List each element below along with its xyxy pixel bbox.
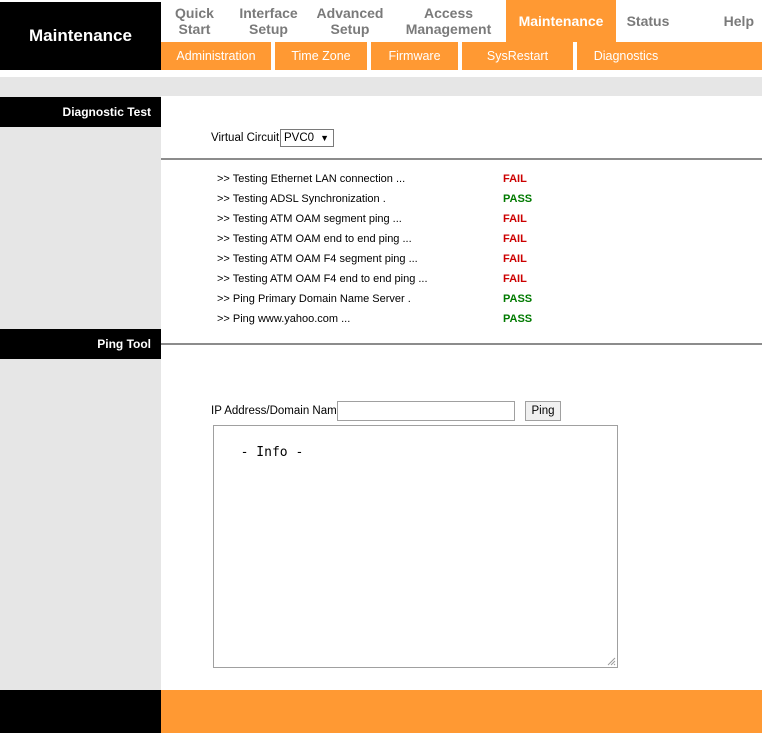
virtual-circuit-label: Virtual Circuit:: [211, 132, 283, 144]
test-status: PASS: [503, 293, 533, 305]
test-name: >> Testing ATM OAM F4 segment ping ...: [217, 253, 418, 265]
chevron-down-icon: ▼: [320, 133, 329, 143]
subnav-administration[interactable]: Administration: [161, 42, 275, 70]
subnav-firmware[interactable]: Firmware: [371, 42, 462, 70]
test-row: >> Ping Primary Domain Name Server . PAS…: [217, 293, 557, 309]
subnav-diagnostics[interactable]: Diagnostics: [577, 42, 675, 70]
nav-label: Status: [626, 13, 670, 29]
sub-nav: Administration Time Zone Firmware SysRes…: [161, 42, 762, 70]
test-name: >> Testing Ethernet LAN connection ...: [217, 173, 406, 185]
section-divider: [161, 158, 762, 160]
main-nav: Quick Start Interface Setup Advanced Setup …: [161, 0, 762, 42]
nav-quick-start[interactable]: Quick Start: [161, 0, 228, 42]
test-status: PASS: [503, 313, 533, 325]
brand-title: Maintenance: [0, 0, 161, 70]
test-status: FAIL: [503, 273, 527, 285]
virtual-circuit-value: PVC0: [284, 132, 315, 144]
nav-label: Start: [178, 21, 211, 37]
test-row: >> Testing ATM OAM segment ping ... FAIL: [217, 213, 557, 229]
test-status: FAIL: [503, 233, 527, 245]
footer-left: [0, 690, 161, 733]
subnav-time-zone[interactable]: Time Zone: [275, 42, 371, 70]
nav-label: Setup: [330, 21, 370, 37]
nav-label: Management: [405, 21, 492, 37]
nav-label: Access: [423, 5, 474, 21]
test-status: FAIL: [503, 213, 527, 225]
test-status: FAIL: [503, 253, 527, 265]
test-name: >> Testing ATM OAM end to end ping ...: [217, 233, 412, 245]
test-name: >> Ping Primary Domain Name Server .: [217, 293, 411, 305]
ping-info-textarea[interactable]: - Info -: [213, 425, 618, 668]
test-status: FAIL: [503, 173, 527, 185]
test-row: >> Testing Ethernet LAN connection ... F…: [217, 173, 557, 189]
test-name: >> Testing ATM OAM segment ping ...: [217, 213, 402, 225]
nav-label: Maintenance: [518, 13, 604, 29]
info-text: - Info -: [240, 445, 304, 460]
resize-grip-icon[interactable]: [606, 656, 616, 666]
nav-label: Setup: [249, 21, 288, 37]
virtual-circuit-select[interactable]: PVC0 ▼: [280, 129, 334, 147]
section-label-ping-tool: Ping Tool: [0, 329, 161, 359]
test-status: PASS: [503, 193, 533, 205]
test-name: >> Testing ADSL Synchronization .: [217, 193, 386, 205]
section-label-diagnostic-test: Diagnostic Test: [0, 97, 161, 127]
nav-interface-setup[interactable]: Interface Setup: [228, 0, 309, 42]
test-name: >> Ping www.yahoo.com ...: [217, 313, 351, 325]
ip-address-label: IP Address/Domain Name:: [211, 405, 347, 417]
subnav-sysrestart[interactable]: SysRestart: [462, 42, 577, 70]
left-column: [0, 96, 161, 690]
header-divider-bar: [0, 77, 762, 96]
nav-maintenance[interactable]: Maintenance: [506, 0, 616, 42]
test-name: >> Testing ATM OAM F4 end to end ping ..…: [217, 273, 428, 285]
nav-label: Help: [723, 13, 754, 29]
ping-button[interactable]: Ping: [525, 401, 561, 421]
test-row: >> Ping www.yahoo.com ... PASS: [217, 313, 557, 329]
test-row: >> Testing ATM OAM F4 segment ping ... F…: [217, 253, 557, 269]
nav-access-management[interactable]: Access Management: [391, 0, 506, 42]
test-row: >> Testing ATM OAM F4 end to end ping ..…: [217, 273, 557, 289]
test-row: >> Testing ATM OAM end to end ping ... F…: [217, 233, 557, 249]
nav-label: Interface: [239, 5, 298, 21]
nav-status[interactable]: Status: [616, 0, 680, 42]
nav-help[interactable]: Help: [680, 0, 762, 42]
section-divider: [161, 343, 762, 345]
test-row: >> Testing ADSL Synchronization . PASS: [217, 193, 557, 209]
footer-bar: [161, 690, 762, 733]
ip-address-input[interactable]: [337, 401, 515, 421]
nav-label: Quick: [175, 5, 214, 21]
nav-advanced-setup[interactable]: Advanced Setup: [309, 0, 391, 42]
nav-label: Advanced: [316, 5, 384, 21]
